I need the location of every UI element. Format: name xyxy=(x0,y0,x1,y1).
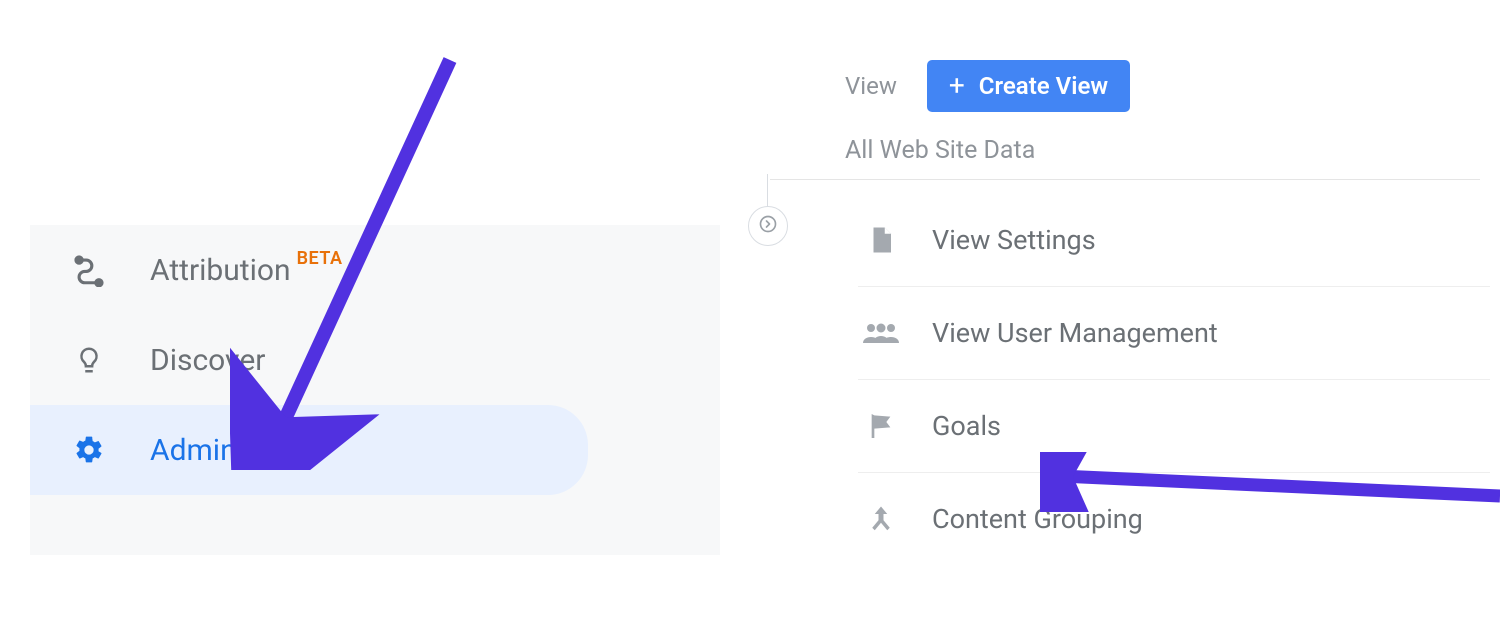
collapse-circle-button[interactable] xyxy=(748,206,788,246)
admin-item-view-settings[interactable]: View Settings xyxy=(858,194,1490,287)
create-view-button-label: Create View xyxy=(979,72,1108,100)
view-section-label: View xyxy=(845,72,897,100)
admin-item-goals[interactable]: Goals xyxy=(858,380,1490,473)
sidebar-item-discover[interactable]: Discover xyxy=(30,315,720,405)
admin-item-label: View Settings xyxy=(932,224,1096,256)
sidebar-item-label: Admin xyxy=(150,433,237,468)
sidebar-item-label: Attribution xyxy=(150,253,291,288)
view-header: View + Create View xyxy=(770,40,1490,112)
admin-list: View Settings View User Management Goals xyxy=(858,194,1490,565)
admin-view-column: View + Create View All Web Site Data Vie… xyxy=(770,40,1490,620)
plus-icon: + xyxy=(949,74,965,98)
create-view-button[interactable]: + Create View xyxy=(927,60,1130,112)
sidebar-snippet: Attribution BETA Discover Admin xyxy=(30,225,720,555)
beta-badge: BETA xyxy=(297,248,343,269)
arrow-right-icon xyxy=(759,214,777,239)
admin-item-label: Goals xyxy=(932,410,1001,442)
admin-item-content-grouping[interactable]: Content Grouping xyxy=(858,473,1490,565)
sidebar-item-admin[interactable]: Admin xyxy=(30,405,588,495)
admin-item-label: Content Grouping xyxy=(932,503,1143,535)
attribution-icon xyxy=(68,253,110,287)
sidebar-item-attribution[interactable]: Attribution BETA xyxy=(30,225,720,315)
admin-item-label: View User Management xyxy=(932,317,1218,349)
document-icon xyxy=(858,223,904,257)
merge-icon xyxy=(858,502,904,536)
flag-icon xyxy=(858,409,904,443)
sidebar-item-label: Discover xyxy=(150,343,265,378)
admin-item-user-management[interactable]: View User Management xyxy=(858,287,1490,380)
users-icon xyxy=(858,319,904,347)
column-divider-line xyxy=(767,174,768,208)
gear-icon xyxy=(68,434,110,466)
current-view-name[interactable]: All Web Site Data xyxy=(770,112,1480,180)
lightbulb-icon xyxy=(68,345,110,375)
